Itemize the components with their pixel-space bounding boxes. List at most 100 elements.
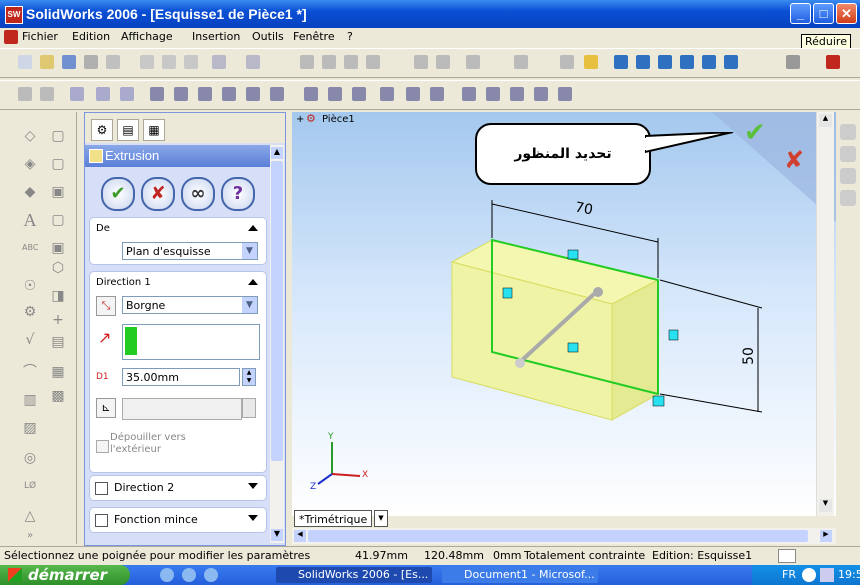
more-features-icon[interactable]: » bbox=[22, 528, 38, 544]
convert-icon[interactable] bbox=[430, 87, 444, 101]
direction-vector-field[interactable] bbox=[122, 324, 260, 360]
draft-toggle-icon[interactable]: ⊾ bbox=[96, 398, 116, 418]
accept-checkmark-icon[interactable]: ✔ bbox=[744, 118, 766, 148]
drag-handle[interactable] bbox=[593, 287, 603, 297]
direction2-group[interactable]: Direction 2 bbox=[89, 475, 267, 501]
chamfer-icon[interactable]: ⚙ bbox=[22, 304, 38, 320]
detailed-preview-button[interactable]: ∞ bbox=[181, 177, 215, 211]
relation-icon[interactable] bbox=[120, 87, 134, 101]
paste-icon[interactable] bbox=[184, 55, 198, 69]
width-dimension-value[interactable]: 70 bbox=[574, 199, 595, 218]
hole-icon[interactable]: ☉ bbox=[22, 278, 38, 294]
cut-icon[interactable] bbox=[140, 55, 154, 69]
mass-props-icon[interactable] bbox=[514, 55, 528, 69]
quicklaunch-browser-icon[interactable] bbox=[182, 568, 196, 582]
save-icon[interactable] bbox=[62, 55, 76, 69]
draft-checkbox[interactable] bbox=[96, 440, 109, 453]
taskbar-word[interactable]: Document1 - Microsof... bbox=[442, 567, 598, 583]
extend-icon[interactable] bbox=[510, 87, 524, 101]
help-button[interactable]: ? bbox=[221, 177, 255, 211]
horizontal-relation-top[interactable] bbox=[567, 249, 579, 260]
quicklaunch-ie-icon[interactable] bbox=[160, 568, 174, 582]
offset-icon[interactable] bbox=[406, 87, 420, 101]
feature-tree-root[interactable]: Pièce1 bbox=[322, 114, 355, 125]
menu-outils[interactable]: Outils bbox=[252, 30, 284, 43]
rib-icon[interactable]: ⬡ bbox=[50, 260, 66, 276]
title-bar[interactable]: SW SolidWorks 2006 - [Esquisse1 de Pièce… bbox=[0, 0, 860, 28]
arc-icon[interactable] bbox=[222, 87, 236, 101]
language-indicator[interactable]: FR bbox=[782, 565, 796, 585]
viewport-horizontal-scrollbar[interactable]: ◀ ▶ bbox=[292, 528, 836, 544]
more-tools-icon[interactable] bbox=[786, 55, 800, 69]
help-bulb-icon[interactable] bbox=[584, 55, 598, 69]
document-icon[interactable] bbox=[4, 30, 18, 44]
linear-pattern-icon[interactable]: ▦ bbox=[50, 364, 66, 380]
trim-icon[interactable] bbox=[486, 87, 500, 101]
mirror-icon[interactable] bbox=[462, 87, 476, 101]
curve-icon[interactable]: ⌒ bbox=[22, 364, 38, 380]
revolve-icon[interactable]: ▢ bbox=[50, 128, 66, 144]
preview-icon[interactable] bbox=[106, 55, 120, 69]
menu-edition[interactable]: Edition bbox=[72, 30, 110, 43]
direction2-checkbox[interactable] bbox=[95, 482, 108, 495]
circle-icon[interactable] bbox=[198, 87, 212, 101]
depth-spinner[interactable]: ▲ ▼ bbox=[242, 368, 256, 386]
end-condition-select[interactable]: Borgne ▼ bbox=[122, 296, 258, 314]
close-button[interactable]: ✕ bbox=[836, 3, 857, 24]
rebuild-indicator-icon[interactable] bbox=[778, 549, 796, 563]
viewport-vertical-scrollbar[interactable]: ▲ ▼ bbox=[816, 112, 834, 516]
rectangle-icon[interactable] bbox=[174, 87, 188, 101]
sketch-grid-icon[interactable] bbox=[18, 87, 32, 101]
vertical-relation-right[interactable] bbox=[668, 329, 679, 341]
open-icon[interactable] bbox=[40, 55, 54, 69]
undo-icon[interactable] bbox=[212, 55, 226, 69]
search-icon[interactable] bbox=[840, 190, 856, 206]
thin-feature-checkbox[interactable] bbox=[95, 514, 108, 527]
loft-icon[interactable]: ▢ bbox=[50, 156, 66, 172]
units-icon[interactable] bbox=[40, 87, 54, 101]
menu-fichier[interactable]: Fichier bbox=[22, 30, 58, 43]
select-icon[interactable] bbox=[300, 55, 314, 69]
warning-icon[interactable]: △ bbox=[22, 508, 38, 524]
scroll-down-icon[interactable]: ▼ bbox=[271, 529, 283, 541]
maximize-button[interactable]: □ bbox=[813, 3, 834, 24]
draft-angle-input[interactable] bbox=[122, 398, 242, 420]
view-tab-dropdown-icon[interactable]: ▼ bbox=[374, 510, 388, 527]
property-manager-tab-icon[interactable]: ▤ bbox=[117, 119, 139, 141]
library-icon[interactable] bbox=[840, 146, 856, 162]
taskbar-solidworks[interactable]: SolidWorks 2006 - [Es... bbox=[276, 567, 432, 583]
menu-fenetre[interactable]: Fenêtre bbox=[293, 30, 335, 43]
pattern-icon[interactable] bbox=[534, 87, 548, 101]
abc-icon[interactable]: ABC bbox=[22, 240, 38, 256]
options-icon[interactable] bbox=[436, 55, 450, 69]
height-dimension-value[interactable]: 50 bbox=[741, 347, 757, 365]
horizontal-relation-bottom[interactable] bbox=[567, 342, 579, 353]
point-icon[interactable] bbox=[328, 87, 342, 101]
file-explorer-icon[interactable] bbox=[840, 168, 856, 184]
copy-icon[interactable] bbox=[162, 55, 176, 69]
mirror-feature-icon[interactable]: ▥ bbox=[22, 392, 38, 408]
sweep-icon[interactable]: ◈ bbox=[22, 156, 38, 172]
text-icon[interactable]: A bbox=[22, 211, 38, 229]
configuration-manager-tab-icon[interactable]: ▦ bbox=[143, 119, 165, 141]
split-icon[interactable]: LØ bbox=[22, 478, 38, 494]
menu-help[interactable]: ? bbox=[347, 30, 353, 43]
draft-icon[interactable]: ▣ bbox=[50, 240, 66, 256]
expand-tree-icon[interactable]: + bbox=[296, 114, 304, 125]
dome-icon[interactable]: ◎ bbox=[22, 450, 38, 466]
polygon-icon[interactable] bbox=[270, 87, 284, 101]
quicklaunch-media-icon[interactable] bbox=[204, 568, 218, 582]
collapse-icon[interactable] bbox=[248, 279, 258, 285]
solidworks-toolbar-icon[interactable] bbox=[826, 55, 840, 69]
smart-dimension-icon[interactable] bbox=[366, 55, 380, 69]
draft-spinner[interactable] bbox=[242, 398, 256, 418]
equation-icon[interactable]: √ bbox=[22, 332, 38, 348]
scale-icon[interactable]: ▨ bbox=[22, 420, 38, 436]
reject-x-icon[interactable]: ✘ bbox=[784, 146, 804, 174]
scroll-down-icon[interactable]: ▼ bbox=[819, 499, 832, 512]
fillet-sketch-icon[interactable] bbox=[380, 87, 394, 101]
tangent-arc-icon[interactable] bbox=[246, 87, 260, 101]
chevron-down-icon[interactable]: ▼ bbox=[242, 297, 257, 313]
scroll-thumb[interactable] bbox=[271, 161, 283, 461]
from-select[interactable]: Plan d'esquisse ▼ bbox=[122, 242, 258, 260]
